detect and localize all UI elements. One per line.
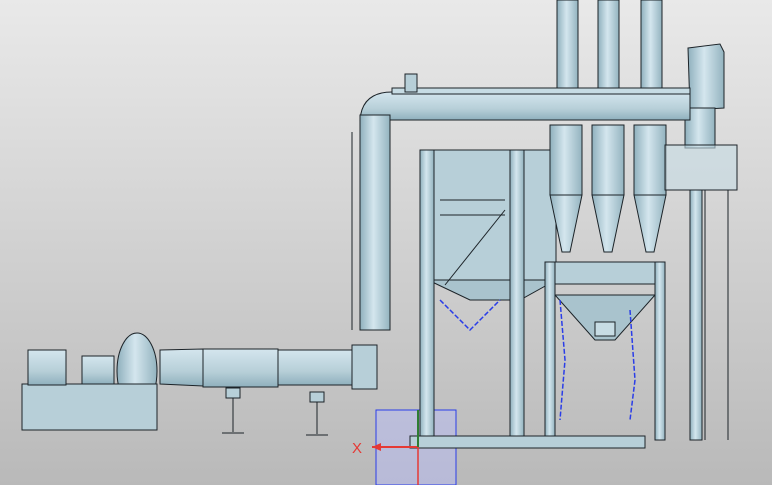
baghouse-body[interactable] bbox=[427, 149, 558, 301]
right-ladder[interactable] bbox=[704, 190, 729, 440]
exhaust-stacks[interactable] bbox=[556, 0, 663, 101]
x-axis-label: X bbox=[352, 440, 362, 457]
duct-supports bbox=[222, 387, 328, 436]
3d-viewport[interactable]: X bbox=[0, 0, 772, 485]
right-platform[interactable] bbox=[664, 144, 738, 441]
left-ladder[interactable] bbox=[351, 132, 361, 330]
cyclones[interactable] bbox=[549, 124, 667, 253]
vertical-duct[interactable] bbox=[359, 114, 391, 331]
top-elbow-duct[interactable] bbox=[684, 43, 725, 149]
base-skid[interactable] bbox=[409, 435, 646, 449]
model-canvas[interactable]: X bbox=[0, 0, 772, 485]
inlet-duct[interactable] bbox=[159, 344, 378, 390]
